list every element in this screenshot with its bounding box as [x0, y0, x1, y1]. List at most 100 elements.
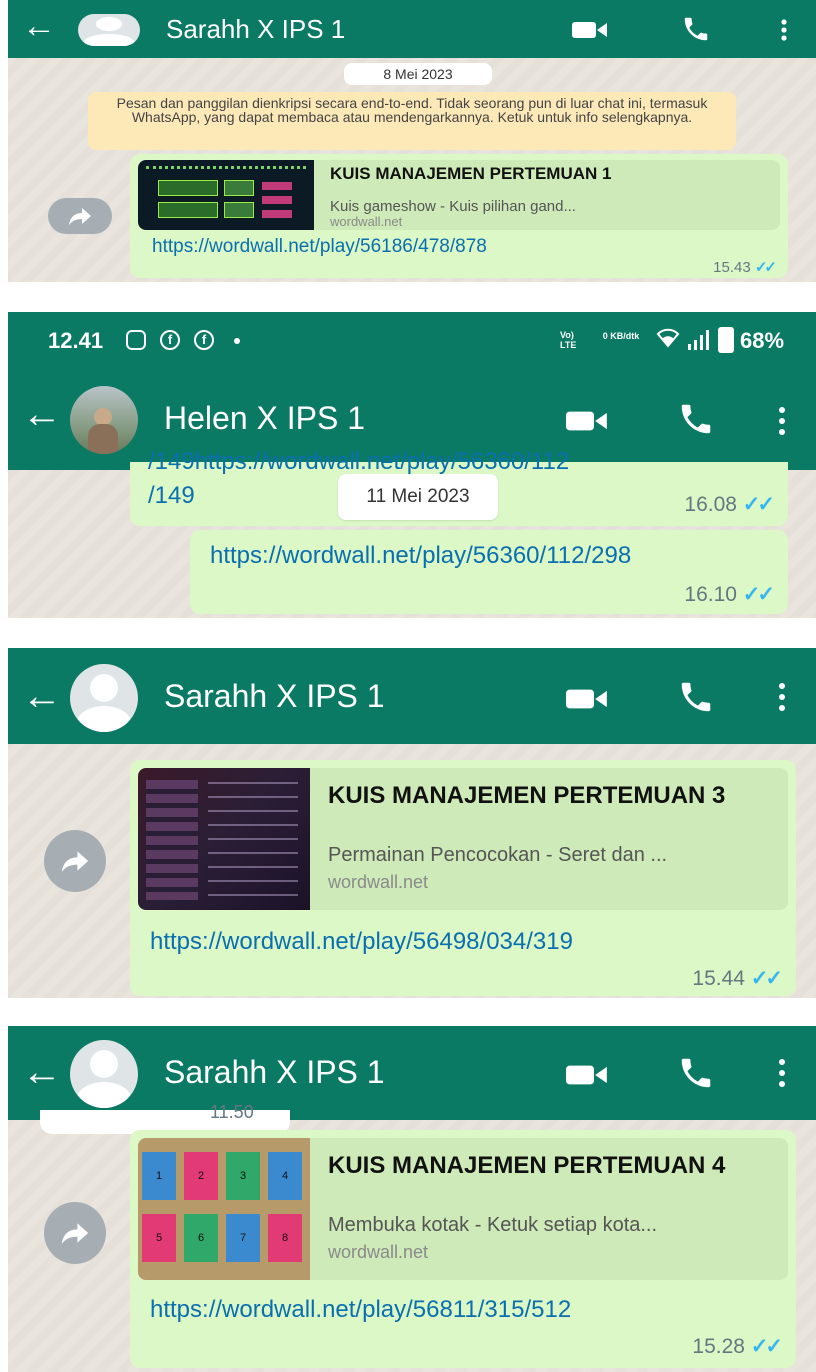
message-bubble[interactable]: KUIS MANAJEMEN PERTEMUAN 3 Permainan Pen…: [130, 760, 796, 996]
message-bubble[interactable]: 1 2 3 4 5 6 7 8 KUIS MANAJEMEN PERTEMUAN…: [130, 1130, 796, 1368]
instagram-icon: [126, 330, 146, 350]
more-options-icon[interactable]: [778, 682, 786, 717]
video-call-icon[interactable]: [566, 1062, 608, 1093]
chat-screenshot-3: ← Sarahh X IPS 1 KUIS MANAJEMEN PERTEMUA…: [8, 648, 816, 998]
back-arrow-icon[interactable]: ←: [22, 9, 56, 43]
forward-button[interactable]: [48, 198, 112, 234]
preview-description: Permainan Pencocokan - Seret dan ...: [328, 844, 668, 866]
preview-thumbnail: [138, 768, 310, 910]
preview-description: Membuka kotak - Ketuk setiap kota...: [328, 1214, 658, 1236]
preview-description: Kuis gameshow - Kuis pilihan gand...: [330, 198, 576, 215]
chat-screenshot-1: ← Sarahh X IPS 1 8 Mei 2023 Pesan dan pa…: [8, 0, 816, 282]
forward-button[interactable]: [44, 1202, 106, 1264]
back-arrow-icon[interactable]: ←: [22, 1052, 62, 1092]
preview-site: wordwall.net: [330, 214, 403, 229]
more-options-icon[interactable]: [780, 18, 788, 47]
forward-icon: [61, 1223, 89, 1244]
facebook-icon: f: [160, 330, 180, 350]
message-bubble[interactable]: https://wordwall.net/play/56360/112/298 …: [190, 530, 788, 614]
left-margin-strip: [0, 0, 8, 1372]
timestamp: 15.44: [692, 967, 745, 990]
chat-header: ← Sarahh X IPS 1: [8, 0, 816, 58]
data-speed: 0 KB/dtk: [602, 331, 640, 341]
contact-name[interactable]: Sarahh X IPS 1: [164, 1054, 385, 1091]
timestamp: 16.10: [684, 583, 737, 606]
preview-site: wordwall.net: [328, 872, 429, 892]
avatar[interactable]: [70, 386, 138, 454]
status-bar: 12.41 f f Vo) LTE 0 KB/dtk 68%: [8, 312, 816, 370]
message-time: 16.10 ✓✓: [684, 582, 775, 607]
message-link[interactable]: https://wordwall.net/play/56498/034/319: [150, 928, 573, 956]
preview-site: wordwall.net: [328, 1242, 429, 1262]
link-preview[interactable]: KUIS MANAJEMEN PERTEMUAN 1 Kuis gameshow…: [138, 160, 780, 230]
timestamp: 15.28: [692, 1335, 745, 1358]
contact-name[interactable]: Sarahh X IPS 1: [164, 678, 385, 715]
more-options-icon[interactable]: [778, 1058, 786, 1093]
message-link-tail[interactable]: /149: [148, 482, 195, 510]
chat-screenshot-4: ← Sarahh X IPS 1 11.50 1 2 3 4 5 6 7 8 K…: [8, 1026, 816, 1372]
forward-icon: [61, 851, 89, 872]
preview-thumbnail: 1 2 3 4 5 6 7 8: [138, 1138, 310, 1280]
message-bubble[interactable]: KUIS MANAJEMEN PERTEMUAN 1 Kuis gameshow…: [130, 154, 788, 278]
wifi-icon: [656, 326, 680, 353]
thumb-box: 3: [226, 1152, 260, 1200]
volte-icon: Vo) LTE: [560, 330, 577, 350]
message-link[interactable]: https://wordwall.net/play/56811/315/512: [150, 1296, 571, 1324]
phone-call-icon[interactable]: [676, 400, 716, 443]
facebook-icon: f: [194, 330, 214, 350]
battery-icon: [718, 327, 734, 353]
video-call-icon[interactable]: [566, 686, 608, 717]
forward-icon: [69, 208, 91, 225]
video-call-icon[interactable]: [572, 20, 608, 45]
timestamp: 15.43: [713, 259, 751, 276]
phone-call-icon[interactable]: [680, 14, 712, 49]
message-time: 16.08 ✓✓: [684, 492, 775, 517]
preview-title: KUIS MANAJEMEN PERTEMUAN 4: [328, 1152, 726, 1179]
read-ticks-icon: ✓✓: [754, 259, 777, 276]
more-options-icon[interactable]: [778, 406, 786, 441]
message-time: 15.44 ✓✓: [692, 966, 783, 991]
thumb-box: 2: [184, 1152, 218, 1200]
avatar[interactable]: [70, 1040, 138, 1108]
date-chip: 11 Mei 2023: [338, 474, 498, 520]
dot-icon: [234, 338, 240, 344]
message-time: 15.28 ✓✓: [692, 1334, 783, 1359]
contact-name[interactable]: Helen X IPS 1: [164, 400, 365, 437]
timestamp: 16.08: [684, 493, 737, 516]
link-preview[interactable]: KUIS MANAJEMEN PERTEMUAN 3 Permainan Pen…: [138, 768, 788, 910]
message-time: 11.50: [210, 1102, 254, 1122]
read-ticks-icon: ✓✓: [742, 583, 775, 606]
link-preview[interactable]: 1 2 3 4 5 6 7 8 KUIS MANAJEMEN PERTEMUAN…: [138, 1138, 788, 1280]
message-link-partial[interactable]: /149https://wordwall.net/play/56360/112: [148, 448, 569, 476]
phone-call-icon[interactable]: [676, 678, 716, 721]
phone-call-icon[interactable]: [676, 1054, 716, 1097]
thumb-box: 6: [184, 1214, 218, 1262]
thumb-box: 7: [226, 1214, 260, 1262]
avatar[interactable]: [78, 14, 140, 46]
clock: 12.41: [48, 328, 104, 353]
battery-level: 68%: [740, 328, 785, 353]
back-arrow-icon[interactable]: ←: [22, 394, 62, 434]
chat-screenshot-2: 12.41 f f Vo) LTE 0 KB/dtk 68% ← Helen X…: [8, 312, 816, 618]
back-arrow-icon[interactable]: ←: [22, 676, 62, 716]
chat-header: ← Sarahh X IPS 1: [8, 1026, 816, 1120]
thumb-box: 8: [268, 1214, 302, 1262]
read-ticks-icon: ✓✓: [742, 493, 775, 516]
signal-icon: [688, 330, 710, 355]
thumb-box: 5: [142, 1214, 176, 1262]
encryption-notice[interactable]: Pesan dan panggilan dienkripsi secara en…: [88, 92, 736, 150]
preview-thumbnail: [138, 160, 314, 230]
message-link[interactable]: https://wordwall.net/play/56186/478/878: [152, 236, 487, 258]
chat-header: ← Sarahh X IPS 1: [8, 648, 816, 744]
forward-button[interactable]: [44, 830, 106, 892]
thumb-box: 1: [142, 1152, 176, 1200]
message-link[interactable]: https://wordwall.net/play/56360/112/298: [210, 542, 631, 570]
thumb-box: 4: [268, 1152, 302, 1200]
preview-title: KUIS MANAJEMEN PERTEMUAN 3: [328, 782, 726, 809]
video-call-icon[interactable]: [566, 408, 608, 439]
date-chip: 8 Mei 2023: [344, 63, 492, 85]
read-ticks-icon: ✓✓: [750, 1335, 783, 1358]
avatar[interactable]: [70, 664, 138, 732]
preview-title: KUIS MANAJEMEN PERTEMUAN 1: [330, 164, 612, 183]
contact-name[interactable]: Sarahh X IPS 1: [166, 14, 345, 45]
